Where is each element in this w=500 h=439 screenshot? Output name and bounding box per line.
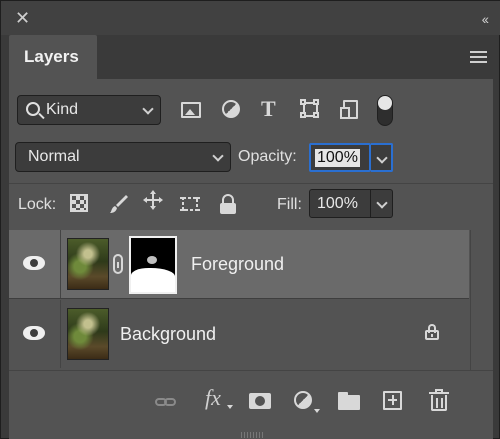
lock-icon xyxy=(425,324,439,340)
lock-position-icon[interactable] xyxy=(142,189,164,211)
eye-icon xyxy=(23,256,45,270)
filter-kind-dropdown[interactable]: Kind xyxy=(17,95,161,125)
visibility-toggle[interactable] xyxy=(9,230,61,298)
search-icon xyxy=(26,102,40,116)
lock-artboard-icon[interactable] xyxy=(179,193,201,215)
layer-mask-thumbnail[interactable] xyxy=(129,236,177,294)
layer-thumbnail[interactable] xyxy=(67,308,109,360)
fill-value: 100% xyxy=(317,195,358,212)
opacity-label: Opacity: xyxy=(238,148,297,165)
mask-link-icon[interactable] xyxy=(113,254,123,274)
layer-name[interactable]: Foreground xyxy=(191,254,284,275)
eye-icon xyxy=(23,326,45,340)
adjustment-layer-filter-icon[interactable] xyxy=(221,99,243,121)
divider xyxy=(9,183,493,184)
visibility-toggle[interactable] xyxy=(9,300,61,368)
add-mask-icon[interactable] xyxy=(249,389,273,413)
chevron-down-icon xyxy=(376,197,388,209)
lock-all-icon[interactable] xyxy=(217,193,239,215)
blend-mode-dropdown[interactable]: Normal xyxy=(15,142,231,172)
new-group-icon[interactable] xyxy=(338,389,362,413)
tab-layers-label: Layers xyxy=(24,47,79,66)
chevron-down-icon xyxy=(212,150,224,162)
panel-menu-icon[interactable] xyxy=(470,51,487,65)
layers-panel-body: Kind T Normal Opacity: 100% Lock: Fill: … xyxy=(9,79,493,439)
layer-row-background[interactable]: Background xyxy=(9,300,469,368)
fill-input[interactable]: 100% xyxy=(309,189,371,218)
delete-layer-icon[interactable] xyxy=(428,389,452,413)
close-icon[interactable]: ✕ xyxy=(15,9,31,27)
new-layer-icon[interactable] xyxy=(382,389,406,413)
layers-panel-window: ✕ ‹‹ Layers Kind T Normal Opacity: 100% … xyxy=(0,0,500,439)
resize-grip[interactable] xyxy=(241,432,263,438)
divider xyxy=(9,298,469,299)
layer-thumbnail[interactable] xyxy=(67,238,109,290)
tab-bar: Layers xyxy=(9,35,493,79)
chevron-down-icon xyxy=(142,103,154,115)
panel-title-bar: ✕ ‹‹ xyxy=(1,1,500,35)
layer-row-foreground[interactable]: Foreground xyxy=(9,230,469,298)
scrollbar-track[interactable] xyxy=(470,230,493,370)
opacity-dropdown-button[interactable] xyxy=(371,143,393,172)
pixel-layer-filter-icon[interactable] xyxy=(181,99,203,121)
lock-label: Lock: xyxy=(18,196,57,213)
shape-layer-filter-icon[interactable] xyxy=(300,99,322,121)
filter-toggle-switch[interactable] xyxy=(377,95,393,126)
opacity-value: 100% xyxy=(315,149,360,167)
bottom-toolbar: fx xyxy=(9,370,493,439)
fx-label: fx xyxy=(205,385,221,410)
fill-label: Fill: xyxy=(277,196,302,213)
new-adjustment-layer-icon[interactable] xyxy=(294,389,320,413)
chevron-down-icon xyxy=(376,152,388,164)
layers-list: Foreground Background xyxy=(9,230,493,370)
tab-layers[interactable]: Layers xyxy=(9,35,97,79)
double-chevron-icon[interactable]: ‹‹ xyxy=(482,11,489,27)
filter-kind-label: Kind xyxy=(46,101,79,118)
layer-style-icon[interactable]: fx xyxy=(205,385,233,410)
smart-object-filter-icon[interactable] xyxy=(340,99,362,121)
type-layer-filter-icon[interactable]: T xyxy=(261,96,283,121)
opacity-input[interactable]: 100% xyxy=(309,143,371,172)
lock-image-pixels-icon[interactable] xyxy=(108,193,130,215)
lock-transparent-pixels-icon[interactable] xyxy=(70,194,88,212)
layer-name[interactable]: Background xyxy=(120,324,216,345)
fill-dropdown-button[interactable] xyxy=(371,189,393,218)
toggle-knob xyxy=(378,96,392,110)
link-layers-icon[interactable] xyxy=(155,389,179,413)
blend-mode-value: Normal xyxy=(28,148,80,165)
